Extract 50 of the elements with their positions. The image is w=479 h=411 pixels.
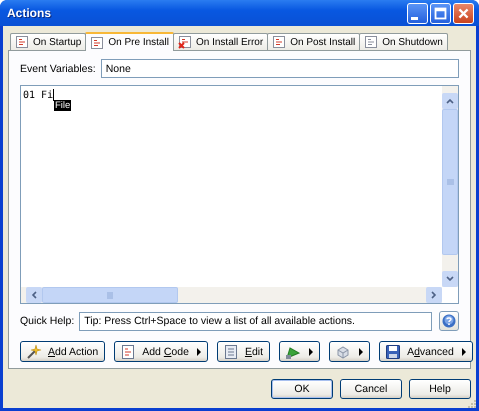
document-icon <box>222 344 239 360</box>
icon-button[interactable] <box>279 341 320 362</box>
chevron-left-icon[interactable] <box>31 291 37 299</box>
action-button[interactable]: Add Code <box>114 341 208 362</box>
grip-icon[interactable] <box>107 292 113 298</box>
chevron-down-icon[interactable] <box>446 276 454 282</box>
code-editor[interactable]: 01 Fi File <box>20 85 459 304</box>
dropdown-arrow-icon <box>462 348 466 356</box>
field-label: Quick Help: <box>20 315 74 327</box>
dropdown-arrow-icon <box>359 348 364 356</box>
document-icon <box>272 35 286 49</box>
minimize-button[interactable] <box>407 2 428 24</box>
minimize-icon <box>411 16 418 20</box>
maximize-button[interactable] <box>430 2 451 24</box>
dialog-button[interactable]: OK <box>271 379 333 399</box>
line-number: 01 <box>23 90 36 100</box>
horizontal-scrollbar[interactable] <box>21 287 442 303</box>
code-text: Fi <box>41 90 54 100</box>
tab[interactable]: On Startup <box>10 33 86 50</box>
document-icon <box>90 36 104 50</box>
wand-icon <box>26 344 42 360</box>
dropdown-arrow-icon <box>309 348 314 356</box>
resize-grip-icon[interactable] <box>466 398 476 408</box>
dropdown-arrow-icon <box>196 348 201 356</box>
chevron-up-icon[interactable] <box>446 98 454 104</box>
quick-help-field[interactable]: Tip: Press Ctrl+Space to view a list of all available actions. <box>79 312 432 330</box>
action-button[interactable]: Advanced <box>379 341 473 362</box>
tab[interactable]: On Pre Install <box>85 32 174 51</box>
action-button[interactable]: Edit <box>216 341 270 362</box>
document-icon <box>120 344 136 360</box>
field-label: Event Variables: <box>20 62 96 74</box>
action-button[interactable]: Add Action <box>20 341 106 362</box>
tab[interactable]: On Install Error <box>172 33 268 50</box>
tab[interactable]: On Post Install <box>267 33 360 50</box>
document-icon <box>15 35 29 49</box>
event-variables-field[interactable]: None <box>100 59 459 78</box>
cube-icon <box>335 344 352 360</box>
document-icon <box>364 35 378 49</box>
close-button[interactable] <box>453 2 474 24</box>
window-title: Actions <box>7 6 52 20</box>
icon-button[interactable] <box>329 341 370 362</box>
vertical-scrollbar[interactable] <box>442 86 458 287</box>
dialog-button[interactable]: Cancel <box>340 379 402 399</box>
chevron-right-icon[interactable] <box>431 291 437 299</box>
grip-icon[interactable] <box>446 179 454 185</box>
text-caret <box>53 89 54 101</box>
autocomplete-item[interactable]: File <box>54 100 72 111</box>
dialog-button[interactable]: Help <box>409 379 471 399</box>
tab[interactable]: On Shutdown <box>359 33 448 50</box>
help-icon[interactable] <box>439 311 459 331</box>
